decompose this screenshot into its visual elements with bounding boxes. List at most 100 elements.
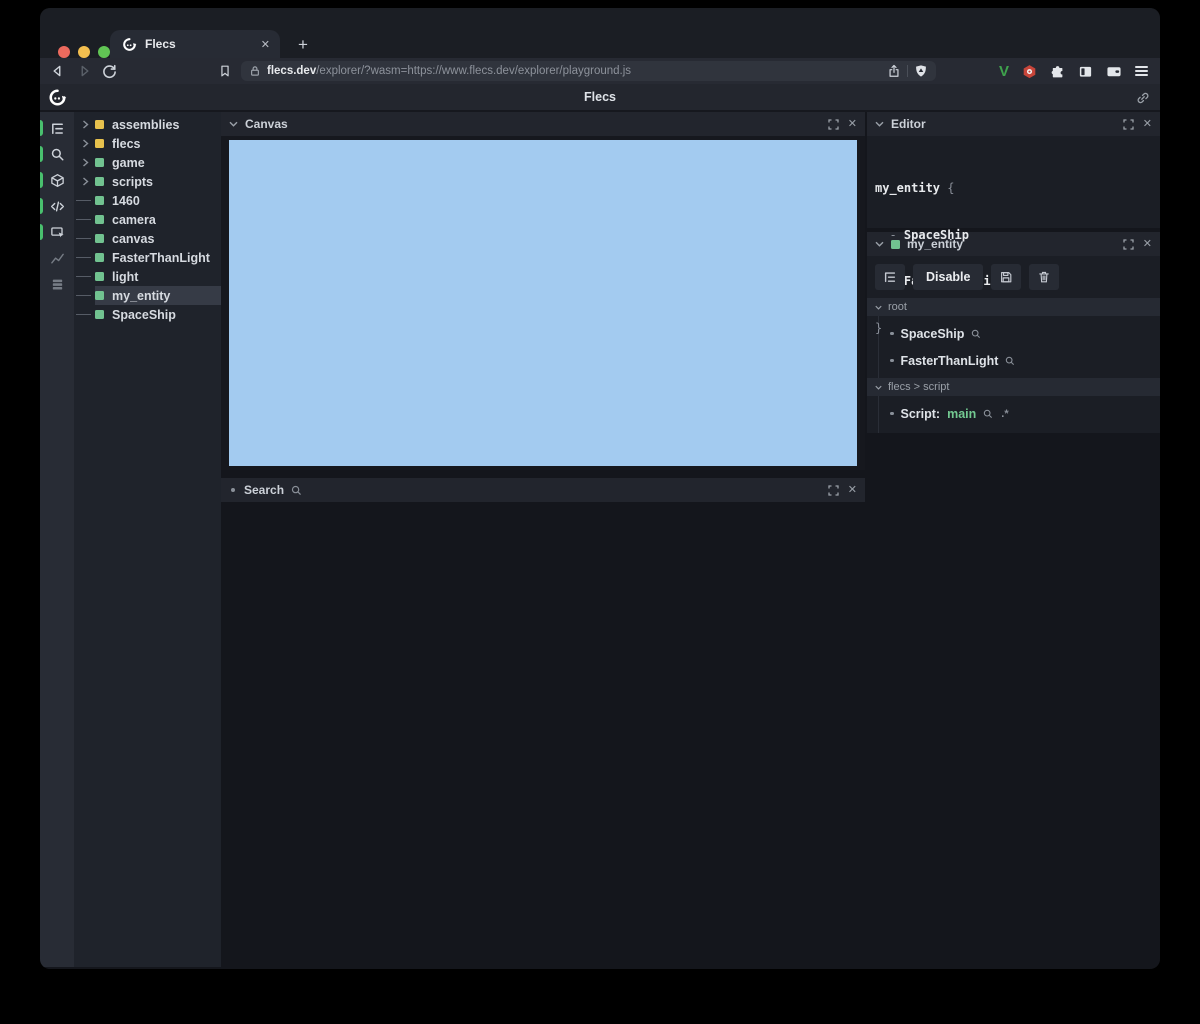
collapsed-dot-icon[interactable] — [231, 488, 235, 492]
tree-item-label: SpaceShip — [112, 307, 176, 322]
tree-row[interactable]: game — [74, 153, 221, 172]
tree-row[interactable]: scripts — [74, 172, 221, 191]
close-panel-icon[interactable]: ✕ — [848, 118, 857, 130]
sidebar-toggle-icon[interactable] — [1078, 64, 1093, 79]
tree-row[interactable]: light — [74, 267, 221, 286]
fullscreen-icon[interactable] — [1123, 118, 1134, 130]
sidebar-item-stats[interactable] — [40, 245, 74, 271]
tree-row-selected[interactable]: my_entity — [74, 286, 221, 305]
reload-icon[interactable] — [101, 63, 117, 79]
chevron-down-icon[interactable] — [229, 121, 238, 127]
share-link-icon[interactable] — [1136, 91, 1150, 105]
flecs-logo-icon — [48, 88, 67, 107]
entity-square-icon — [95, 272, 104, 281]
sidebar-item-search[interactable] — [40, 141, 74, 167]
section-header[interactable]: flecs > script — [867, 378, 1160, 396]
chevron-right-icon[interactable] — [76, 177, 95, 186]
chevron-right-icon[interactable] — [76, 139, 95, 148]
icon-sidebar — [40, 112, 74, 967]
close-panel-icon[interactable]: ✕ — [1143, 118, 1152, 130]
section-title: flecs > script — [888, 381, 950, 393]
panel-title: my_entity — [907, 237, 964, 251]
main-area: assemblies flecs game scripts 1460 camer… — [40, 112, 1160, 967]
sidebar-item-queries[interactable] — [40, 271, 74, 297]
brave-shield-icon[interactable] — [914, 64, 928, 78]
browser-tab[interactable]: Flecs ✕ — [110, 30, 280, 58]
delete-button[interactable] — [1029, 264, 1060, 290]
search-icon — [291, 485, 302, 496]
sidebar-item-entities[interactable] — [40, 167, 74, 193]
tree-view-button[interactable] — [875, 264, 905, 290]
browser-toolbar: flecs.dev/explorer/?wasm=https://www.fle… — [40, 58, 1160, 84]
forward-icon[interactable] — [76, 63, 92, 79]
sidebar-item-inspector[interactable] — [40, 219, 74, 245]
chevron-right-icon[interactable] — [76, 120, 95, 129]
fullscreen-icon[interactable] — [828, 484, 839, 496]
v-extension-icon[interactable]: V — [999, 63, 1009, 80]
search-panel-header[interactable]: Search ✕ — [221, 478, 865, 502]
close-window-button[interactable] — [58, 46, 70, 58]
search-icon[interactable] — [983, 409, 993, 419]
fullscreen-icon[interactable] — [1123, 238, 1134, 250]
search-icon[interactable] — [971, 329, 981, 339]
search-icon[interactable] — [1005, 356, 1015, 366]
module-square-icon — [95, 120, 104, 129]
zoom-window-button[interactable] — [98, 46, 110, 58]
leaf-dash-icon — [76, 238, 91, 239]
entity-square-icon — [95, 310, 104, 319]
url-path: /explorer/?wasm=https://www.flecs.dev/ex… — [316, 65, 632, 77]
new-tab-button[interactable]: + — [292, 34, 314, 56]
bookmark-icon[interactable] — [217, 63, 233, 79]
wildcard-icon[interactable]: .* — [1001, 408, 1008, 420]
chevron-down-icon[interactable] — [875, 121, 884, 127]
wallet-icon[interactable] — [1106, 64, 1122, 79]
sidebar-item-tree-view[interactable] — [40, 115, 74, 141]
app-header: Flecs — [40, 84, 1160, 112]
close-panel-icon[interactable]: ✕ — [848, 484, 857, 496]
tree-item-label: light — [112, 269, 139, 284]
tree-view-icon — [51, 123, 63, 134]
tree-row[interactable]: assemblies — [74, 115, 221, 134]
leaf-dash-icon — [76, 295, 91, 296]
chevron-down-icon[interactable] — [875, 241, 884, 247]
entity-square-icon — [95, 177, 104, 186]
editor-panel-header[interactable]: Editor ✕ — [867, 112, 1160, 136]
address-bar[interactable]: flecs.dev/explorer/?wasm=https://www.fle… — [241, 61, 936, 81]
tree-item-label: assemblies — [112, 117, 180, 132]
tree-row[interactable]: flecs — [74, 134, 221, 153]
trash-icon — [1039, 271, 1050, 283]
close-panel-icon[interactable]: ✕ — [1143, 238, 1152, 250]
chevron-right-icon[interactable] — [76, 158, 95, 167]
tab-strip: Flecs ✕ + — [40, 8, 1160, 58]
hexagon-extension-icon[interactable] — [1022, 64, 1037, 79]
component-label: Script: — [900, 406, 941, 421]
tree-row[interactable]: camera — [74, 210, 221, 229]
code-editor[interactable]: my_entity { - SpaceShip - FasterThanLigh… — [867, 136, 1160, 335]
minimize-window-button[interactable] — [78, 46, 90, 58]
tree-row[interactable]: 1460 — [74, 191, 221, 210]
canvas-panel-header[interactable]: Canvas ✕ — [221, 112, 865, 136]
disable-button[interactable]: Disable — [913, 264, 984, 290]
tree-row[interactable]: SpaceShip — [74, 305, 221, 324]
leaf-dash-icon — [76, 200, 91, 201]
right-column: Editor ✕ my_entity { - SpaceShip - Faste… — [867, 112, 1160, 433]
save-button[interactable] — [991, 264, 1022, 290]
sidebar-item-code[interactable] — [40, 193, 74, 219]
puzzle-extensions-icon[interactable] — [1050, 64, 1065, 79]
fullscreen-icon[interactable] — [828, 118, 839, 130]
share-icon[interactable] — [887, 64, 901, 78]
tree-view-icon — [884, 272, 896, 283]
editor-panel: Editor ✕ my_entity { - SpaceShip - Faste… — [867, 112, 1160, 335]
chevron-down-icon[interactable] — [875, 385, 882, 390]
component-item: Script: main .* — [879, 400, 1160, 427]
tree-item-label: game — [112, 155, 145, 170]
tree-row[interactable]: FasterThanLight — [74, 248, 221, 267]
back-icon[interactable] — [50, 63, 66, 79]
tab-close-icon[interactable]: ✕ — [261, 38, 270, 51]
tree-item-label: FasterThanLight — [112, 250, 210, 265]
render-canvas[interactable] — [229, 140, 857, 466]
chevron-down-icon[interactable] — [875, 305, 882, 310]
tab-title: Flecs — [145, 37, 176, 51]
tree-row[interactable]: canvas — [74, 229, 221, 248]
menu-icon[interactable] — [1135, 65, 1148, 77]
